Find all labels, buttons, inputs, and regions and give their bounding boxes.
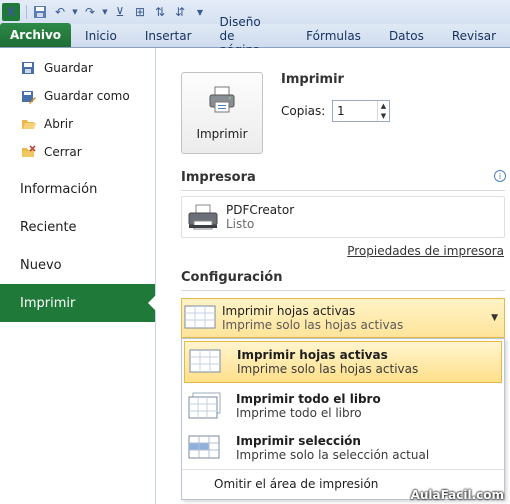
sort-ascending-icon[interactable]: ⇅: [151, 3, 169, 21]
save-as-icon: [20, 88, 36, 104]
menu-item-active-sheets[interactable]: Imprimir hojas activas Imprime solo las …: [184, 341, 502, 383]
tab-inicio[interactable]: Inicio: [71, 25, 131, 47]
printer-selector[interactable]: PDFCreator Listo: [181, 196, 505, 238]
active-sheets-icon: [184, 305, 216, 329]
selection-icon: [188, 435, 220, 459]
tab-insertar[interactable]: Insertar: [131, 25, 206, 47]
menu-item-desc: Imprime todo el libro: [236, 406, 362, 420]
print-scope-dropdown[interactable]: Imprimir hojas activas Imprime solo las …: [181, 298, 505, 338]
redo-dropdown-icon[interactable]: ▼: [101, 3, 109, 21]
nav-section-reciente[interactable]: Reciente: [0, 208, 155, 246]
backstage-nav: Guardar Guardar como Abrir Cerrar Inform…: [0, 48, 156, 504]
printer-divider: [181, 190, 505, 191]
nav-command-label: Cerrar: [44, 145, 82, 159]
undo-dropdown-icon[interactable]: ▼: [71, 3, 79, 21]
redo-icon[interactable]: ↷: [81, 3, 99, 21]
menu-item-desc: Imprime solo la selección actual: [236, 448, 430, 462]
nav-command-label: Abrir: [44, 117, 74, 131]
nav-command-guardar[interactable]: Guardar: [0, 54, 155, 82]
printer-properties-link[interactable]: Propiedades de impresora: [347, 244, 504, 258]
printer-icon: [209, 86, 235, 113]
pdf-printer-icon: [188, 204, 218, 230]
tab-diseno-de-pagina[interactable]: Diseño de página: [206, 15, 293, 57]
watermark: AulaFacil.com: [410, 488, 504, 502]
dropdown-selected-desc: Imprime solo las hojas activas: [222, 318, 404, 332]
nav-command-label: Guardar: [44, 61, 93, 75]
info-icon[interactable]: i: [494, 170, 506, 182]
borders-icon[interactable]: ⊞: [131, 3, 149, 21]
nav-command-guardar-como[interactable]: Guardar como: [0, 82, 155, 110]
menu-item-selection[interactable]: Imprimir selección Imprime solo la selec…: [184, 427, 502, 469]
workbook-icon: [188, 392, 221, 419]
print-button-label: Imprimir: [196, 127, 248, 141]
nav-command-label: Guardar como: [44, 89, 130, 103]
toolbar-separator: [26, 5, 27, 19]
chevron-down-icon: ▼: [491, 313, 498, 323]
nav-command-abrir[interactable]: Abrir: [0, 110, 155, 138]
print-title: Imprimir: [281, 72, 344, 87]
ribbon-tabs: Archivo Inicio Insertar Diseño de página…: [0, 15, 510, 57]
dropdown-selected-title: Imprimir hojas activas: [222, 304, 356, 318]
print-scope-menu: Imprimir hojas activas Imprime solo las …: [181, 338, 505, 500]
printer-status: Listo: [226, 217, 255, 231]
close-folder-icon: [20, 144, 36, 160]
nav-section-imprimir[interactable]: Imprimir: [0, 284, 156, 322]
tab-datos[interactable]: Datos: [375, 25, 438, 47]
menu-item-entire-workbook[interactable]: Imprimir todo el libro Imprime todo el l…: [184, 385, 502, 427]
printer-name: PDFCreator: [226, 203, 295, 217]
customize-toolbar-icon[interactable]: ▼: [191, 3, 209, 21]
nav-section-informacion[interactable]: Información: [0, 170, 155, 208]
copies-stepper[interactable]: 1 ▲ ▼: [332, 100, 390, 122]
config-divider: [181, 290, 505, 291]
undo-icon[interactable]: ↶: [51, 3, 69, 21]
config-section-title: Configuración: [181, 270, 283, 285]
save-icon[interactable]: [31, 3, 49, 21]
filter-icon[interactable]: ⊻: [111, 3, 129, 21]
printer-section-title: Impresora: [181, 170, 256, 185]
print-button[interactable]: Imprimir: [181, 72, 263, 154]
tab-formulas[interactable]: Fórmulas: [292, 25, 375, 47]
stepper-arrows[interactable]: ▲ ▼: [377, 101, 389, 121]
open-folder-icon: [20, 116, 36, 132]
excel-logo-icon[interactable]: X: [2, 3, 20, 21]
sort-descending-icon[interactable]: ⇵: [171, 3, 189, 21]
menu-item-title: Imprimir hojas activas: [237, 348, 388, 362]
arrow-down-icon[interactable]: ▼: [378, 111, 389, 121]
menu-item-desc: Imprime solo las hojas activas: [237, 362, 419, 376]
arrow-up-icon[interactable]: ▲: [378, 101, 389, 111]
copies-value: 1: [337, 104, 345, 118]
save-icon: [20, 60, 36, 76]
menu-item-title: Imprimir selección: [236, 434, 361, 448]
print-pane: Imprimir Imprimir Copias: 1 ▲ ▼ Impresor…: [157, 48, 510, 504]
copies-label: Copias:: [281, 104, 326, 118]
nav-command-cerrar[interactable]: Cerrar: [0, 138, 155, 166]
active-sheets-icon: [189, 349, 221, 373]
tab-revisar[interactable]: Revisar: [438, 25, 510, 47]
menu-item-title: Imprimir todo el libro: [236, 392, 381, 406]
tab-archivo[interactable]: Archivo: [0, 23, 72, 47]
nav-section-nuevo[interactable]: Nuevo: [0, 246, 155, 284]
